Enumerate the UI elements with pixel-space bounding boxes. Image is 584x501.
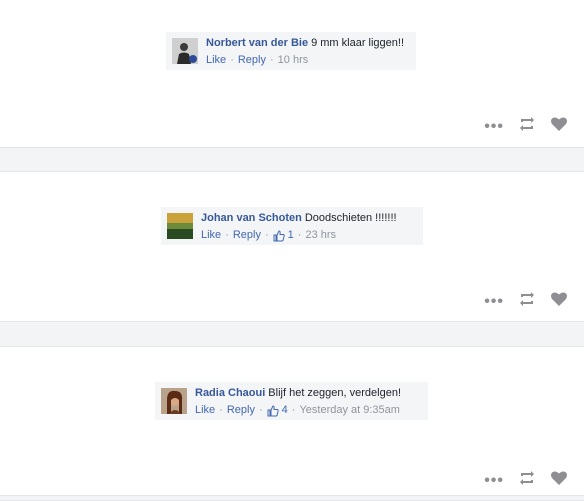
comment-text: 9 mm klaar liggen!!	[311, 37, 405, 49]
separator: ·	[269, 54, 274, 66]
like-count[interactable]: 1	[288, 228, 294, 243]
separator: ·	[291, 404, 296, 416]
post-divider	[0, 321, 584, 347]
separator: ·	[258, 404, 263, 416]
more-dots-icon[interactable]: •••	[484, 118, 504, 134]
comment-text: Blijf het zeggen, verdelgen!	[268, 387, 401, 399]
post-actions: •••	[470, 116, 568, 137]
retweet-icon[interactable]	[518, 116, 536, 137]
thumbs-up-icon[interactable]	[267, 404, 279, 417]
comment-card: Radia Chaoui Blijf het zeggen, verdelgen!…	[155, 382, 428, 420]
comment-time[interactable]: Yesterday at 9:35am	[299, 403, 400, 418]
like-count[interactable]: 4	[282, 403, 288, 418]
like-link[interactable]: Like	[206, 53, 226, 68]
post-divider	[0, 147, 584, 172]
reply-link[interactable]: Reply	[238, 53, 266, 68]
like-link[interactable]: Like	[195, 403, 215, 418]
reply-link[interactable]: Reply	[233, 228, 261, 243]
separator: ·	[264, 229, 269, 241]
comment-time[interactable]: 23 hrs	[305, 228, 336, 243]
retweet-icon[interactable]	[518, 291, 536, 312]
separator: ·	[230, 54, 234, 66]
avatar[interactable]	[167, 213, 193, 239]
more-dots-icon[interactable]: •••	[484, 293, 504, 309]
separator: ·	[297, 229, 302, 241]
comment-author[interactable]: Norbert van der Bie	[206, 37, 308, 49]
heart-icon[interactable]	[550, 116, 568, 137]
post-divider	[0, 495, 584, 501]
avatar[interactable]	[172, 38, 198, 64]
reply-link[interactable]: Reply	[227, 403, 255, 418]
comment-card: Norbert van der Bie 9 mm klaar liggen!! L…	[166, 32, 416, 70]
comment-card: Johan van Schoten Doodschieten !!!!!!! Li…	[161, 207, 423, 245]
comment-author[interactable]: Johan van Schoten	[201, 212, 302, 224]
comment-text: Doodschieten !!!!!!!	[304, 212, 397, 224]
post-2: Johan van Schoten Doodschieten !!!!!!! Li…	[0, 172, 584, 321]
comment-author[interactable]: Radia Chaoui	[195, 387, 265, 399]
post-actions: •••	[470, 291, 568, 312]
like-link[interactable]: Like	[201, 228, 221, 243]
retweet-icon[interactable]	[518, 470, 536, 491]
comment-time[interactable]: 10 hrs	[278, 53, 309, 68]
more-dots-icon[interactable]: •••	[484, 472, 504, 488]
post-actions: •••	[470, 470, 568, 491]
post-1: Norbert van der Bie 9 mm klaar liggen!! L…	[0, 0, 584, 147]
thumbs-up-icon[interactable]	[273, 229, 285, 242]
heart-icon[interactable]	[550, 470, 568, 491]
avatar[interactable]	[161, 388, 187, 414]
separator: ·	[225, 229, 229, 241]
heart-icon[interactable]	[550, 291, 568, 312]
separator: ·	[219, 404, 223, 416]
post-3: Radia Chaoui Blijf het zeggen, verdelgen!…	[0, 347, 584, 501]
